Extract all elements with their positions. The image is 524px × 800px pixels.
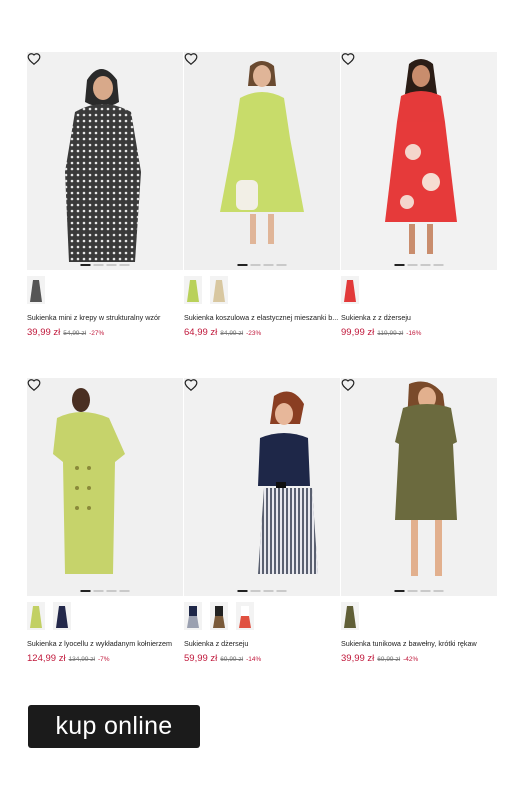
color-swatches [184,602,340,632]
heart-icon[interactable] [27,52,41,66]
carousel-dots [80,264,130,266]
color-swatches [27,276,183,306]
product-name[interactable]: Sukienka z dżerseju [184,639,340,648]
heart-icon[interactable] [184,378,198,392]
heart-icon[interactable] [341,378,355,392]
product-card[interactable]: Sukienka z z dżerseju 99,99 zł 119,99 zł… [341,52,497,338]
old-price: 54,99 zł [63,330,87,337]
price-row: 39,99 zł 69,99 zł -42% [341,653,497,664]
old-price: 134,99 zł [68,656,95,663]
color-swatch[interactable] [53,602,71,630]
discount-badge: -27% [89,330,105,337]
product-card[interactable]: Sukienka z lyocellu z wykładanym kołnier… [27,378,183,664]
color-swatch[interactable] [341,602,359,630]
color-swatches [184,276,340,306]
price-row: 124,99 zł 134,99 zł -7% [27,653,183,664]
price: 64,99 zł [184,327,218,338]
heart-icon[interactable] [184,52,198,66]
heart-icon[interactable] [27,378,41,392]
old-price: 84,99 zł [220,330,244,337]
product-image[interactable] [184,378,340,596]
price: 99,99 zł [341,327,375,338]
carousel-dots [394,264,444,266]
product-image[interactable] [27,52,183,270]
old-price: 69,99 zł [220,656,244,663]
color-swatch[interactable] [341,276,359,304]
product-name[interactable]: Sukienka tunikowa z bawełny, krótki ręka… [341,639,497,648]
buy-online-button[interactable]: kup online [28,705,200,748]
price-row: 39,99 zł 54,99 zł -27% [27,327,183,338]
color-swatches [27,602,183,632]
color-swatch[interactable] [210,602,228,630]
product-card[interactable]: Sukienka z dżerseju 59,99 zł 69,99 zł -1… [184,378,340,664]
price: 39,99 zł [27,327,61,338]
carousel-dots [394,590,444,592]
product-name[interactable]: Sukienka koszulowa z elastycznej mieszan… [184,313,340,322]
color-swatch[interactable] [184,602,202,630]
discount-badge: -16% [406,330,422,337]
color-swatch[interactable] [27,276,45,304]
product-image[interactable] [184,52,340,270]
discount-badge: -42% [403,656,419,663]
product-card[interactable]: Sukienka tunikowa z bawełny, krótki ręka… [341,378,497,664]
color-swatch[interactable] [27,602,45,630]
color-swatch[interactable] [210,276,228,304]
discount-badge: -7% [97,656,110,663]
price: 59,99 zł [184,653,218,664]
price: 39,99 zł [341,653,375,664]
product-image[interactable] [27,378,183,596]
price-row: 99,99 zł 119,99 zł -16% [341,327,497,338]
old-price: 119,99 zł [377,330,404,337]
carousel-dots [237,264,287,266]
color-swatches [341,276,497,306]
price-row: 59,99 zł 69,99 zł -14% [184,653,340,664]
product-row-1: Sukienka mini z krepy w strukturalny wzó… [27,52,497,338]
product-name[interactable]: Sukienka mini z krepy w strukturalny wzó… [27,313,183,322]
discount-badge: -23% [246,330,262,337]
heart-icon[interactable] [341,52,355,66]
old-price: 69,99 zł [377,656,401,663]
product-name[interactable]: Sukienka z lyocellu z wykładanym kołnier… [27,639,183,648]
product-name[interactable]: Sukienka z z dżerseju [341,313,497,322]
product-row-2: Sukienka z lyocellu z wykładanym kołnier… [27,378,497,664]
discount-badge: -14% [246,656,262,663]
color-swatches [341,602,497,632]
color-swatch[interactable] [236,602,254,630]
color-swatch[interactable] [184,276,202,304]
product-card[interactable]: Sukienka koszulowa z elastycznej mieszan… [184,52,340,338]
product-card[interactable]: Sukienka mini z krepy w strukturalny wzó… [27,52,183,338]
price-row: 64,99 zł 84,99 zł -23% [184,327,340,338]
product-image[interactable] [341,52,497,270]
carousel-dots [237,590,287,592]
product-image[interactable] [341,378,497,596]
carousel-dots [80,590,130,592]
price: 124,99 zł [27,653,66,664]
